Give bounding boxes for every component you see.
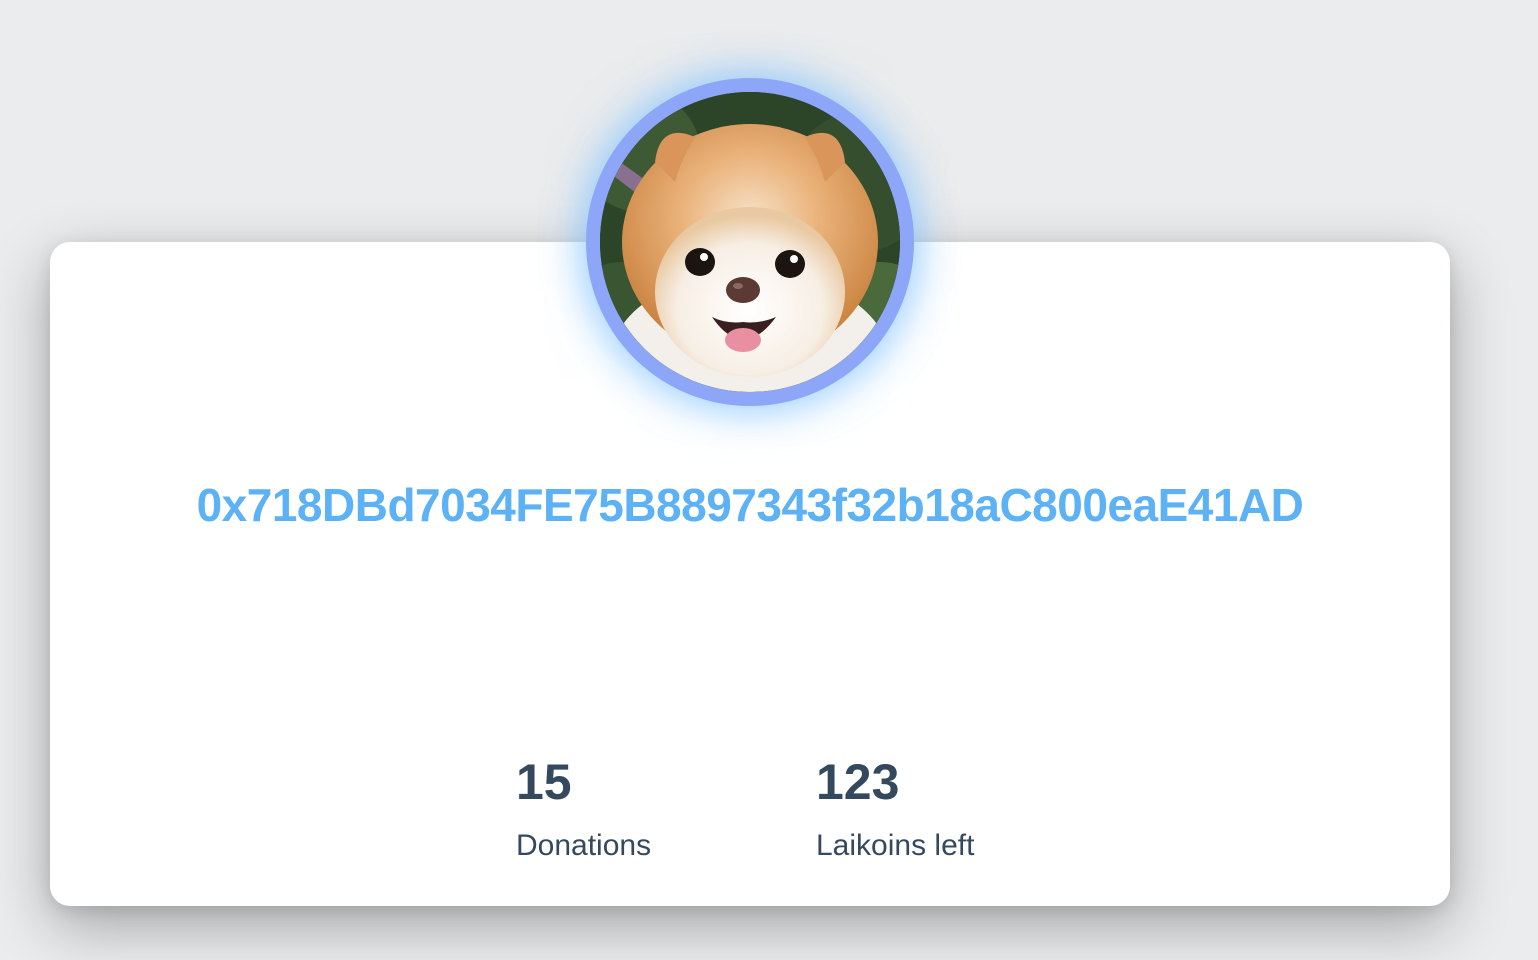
stat-laikoins: 123 Laikoins left [816,752,974,864]
avatar [586,78,914,406]
dog-avatar-image [600,92,900,392]
stat-donations: 15 Donations [516,752,651,864]
donations-label: Donations [516,829,652,862]
donations-count: 15 [516,754,572,810]
profile-page: 0x718DBd7034FE75B8897343f32b18aC800eaE41… [0,0,1538,960]
laikoins-count: 123 [816,754,900,810]
wallet-address: 0x718DBd7034FE75B8897343f32b18aC800eaE41… [196,479,1304,531]
laikoins-label: Laikoins left [816,829,975,862]
